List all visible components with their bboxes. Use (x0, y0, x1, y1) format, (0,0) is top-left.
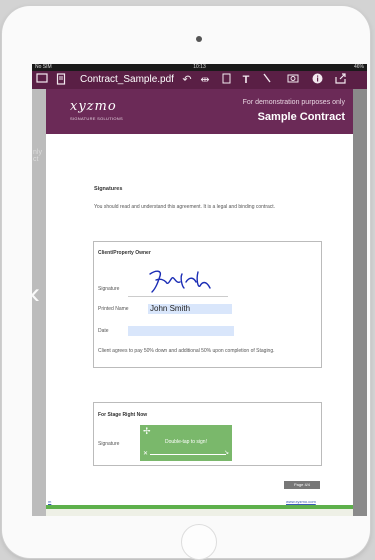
battery-label: 46% (353, 64, 364, 70)
stage-signature-box: For Stage Right Now Signature ✢ Double-t… (93, 402, 322, 466)
stage-box-title: For Stage Right Now (98, 412, 148, 418)
signature-pad[interactable]: ✢ Double-tap to sign! ✕ ↘ (140, 425, 232, 461)
agreement-text: Client agrees to pay 50% down and additi… (98, 348, 275, 354)
signature-line (128, 296, 228, 297)
signature-pad-line (150, 454, 226, 455)
intro-text: You should read and understand this agre… (94, 204, 276, 210)
ghost-line-2: ct (33, 156, 39, 163)
fit-width-icon[interactable]: ⇹ (198, 73, 212, 87)
contract-title: Sample Contract (257, 111, 345, 123)
footer-link-right[interactable]: www.xyzmo.com (286, 499, 316, 504)
camera-icon[interactable] (286, 73, 300, 87)
ghost-line-1: nly (33, 149, 42, 156)
screen: No SIM 10:13 46% Contract_Sample.pdf ↶ ⇹… (32, 64, 367, 516)
document-page: xyzmo SIGNATURE SOLUTIONS For demonstrat… (46, 89, 353, 516)
document-title: Contract_Sample.pdf (80, 74, 174, 85)
document-icon[interactable] (54, 73, 68, 87)
close-icon: ✕ (143, 451, 149, 457)
status-time: 10:13 (193, 64, 206, 70)
status-bar: No SIM 10:13 46% (32, 64, 367, 71)
client-signature-box: Client/Property Owner Signature Printed … (93, 241, 322, 368)
page-indicator: Page 4/4 (284, 481, 320, 489)
resize-arrow-icon[interactable]: ↘ (224, 449, 229, 456)
next-page-strip[interactable] (353, 89, 367, 516)
undo-icon[interactable]: ↶ (180, 73, 194, 87)
john-smith-signature[interactable] (146, 268, 216, 296)
previous-page-ghost-text: nly ct (33, 149, 42, 163)
stage-signature-label: Signature (98, 441, 120, 447)
logo-subtitle: SIGNATURE SOLUTIONS (70, 116, 123, 121)
date-label: Date (98, 328, 109, 334)
front-camera (196, 36, 202, 42)
footer-link-left[interactable]: m (48, 499, 51, 504)
text-icon[interactable]: T (239, 73, 253, 87)
ipad-device: No SIM 10:13 46% Contract_Sample.pdf ↶ ⇹… (2, 6, 370, 560)
page-icon[interactable] (219, 73, 233, 87)
printed-name-label: Printed Name (98, 306, 129, 312)
toolbar: Contract_Sample.pdf ↶ ⇹ T (32, 71, 367, 90)
previous-page-arrow-icon[interactable]: ‹ (32, 274, 48, 314)
xyzmo-logo: xyzmo (70, 99, 117, 114)
printed-name-field[interactable]: John Smith (148, 304, 232, 314)
document-header: xyzmo SIGNATURE SOLUTIONS For demonstrat… (46, 89, 353, 134)
footer-strip (46, 509, 353, 516)
demo-note: For demonstration purposes only (242, 99, 345, 106)
signature-label: Signature (98, 286, 120, 292)
share-icon[interactable] (334, 73, 348, 87)
pen-icon[interactable] (260, 73, 274, 87)
client-box-title: Client/Property Owner (98, 250, 151, 256)
section-title: Signatures (94, 186, 123, 192)
thumbnails-icon[interactable] (35, 73, 49, 87)
move-icon[interactable]: ✢ (143, 427, 151, 436)
info-icon[interactable] (310, 73, 324, 87)
signature-pad-hint: Double-tap to sign! (165, 439, 207, 445)
home-button[interactable] (181, 524, 217, 560)
date-field[interactable] (128, 326, 234, 336)
